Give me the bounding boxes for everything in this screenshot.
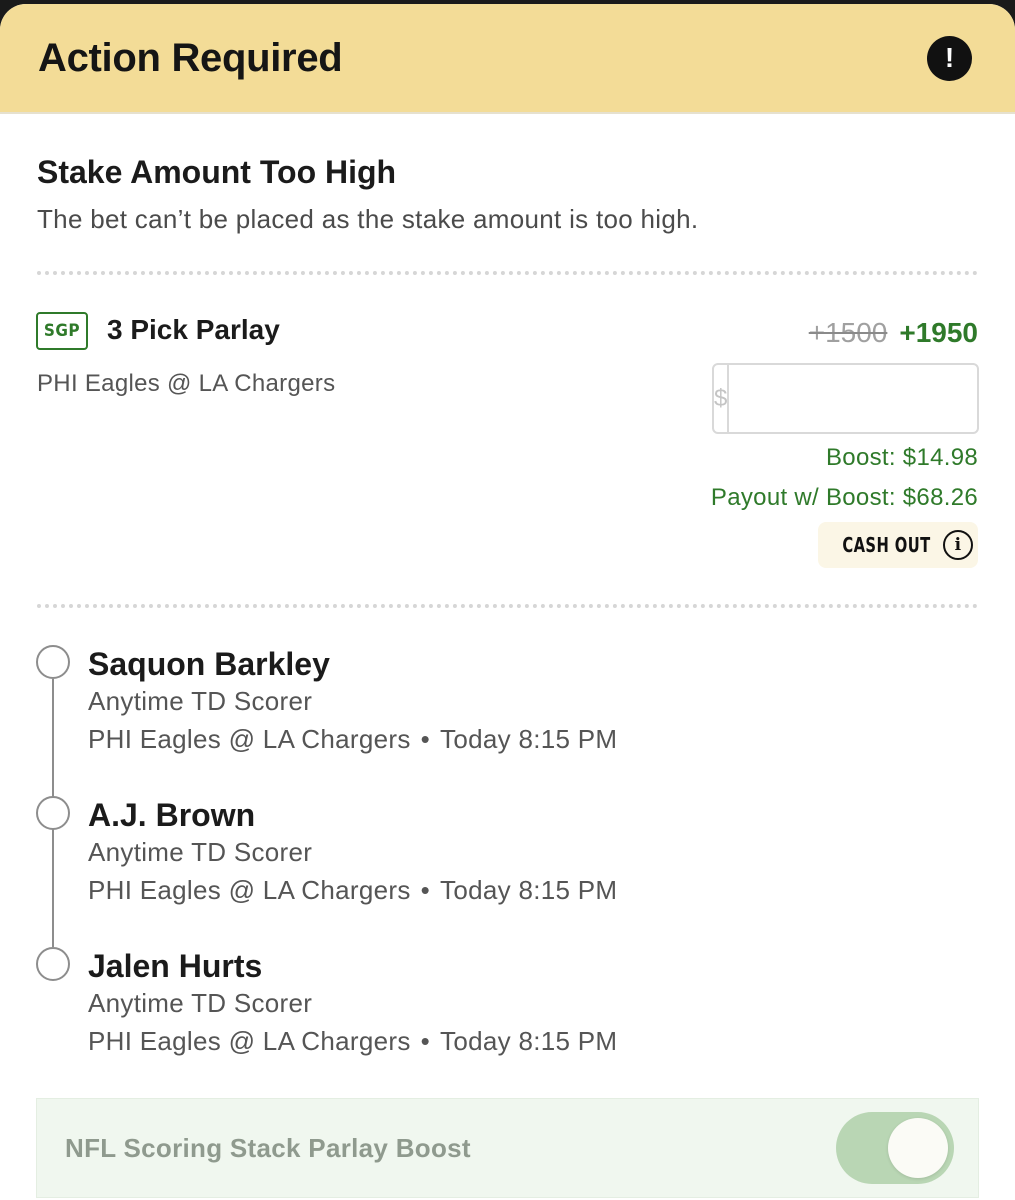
header: Action Required ! xyxy=(0,4,1015,114)
action-required-sheet: Action Required ! Stake Amount Too High … xyxy=(0,4,1015,1200)
payout-with-boost: Payout w/ Boost: $68.26 xyxy=(710,484,978,511)
leg-time: Today 8:15 PM xyxy=(440,1026,618,1056)
divider xyxy=(37,604,978,608)
leg-time: Today 8:15 PM xyxy=(440,875,618,905)
info-icon[interactable]: i xyxy=(942,530,973,560)
error-message: The bet can’t be placed as the stake amo… xyxy=(37,204,699,234)
parlay-title: 3 Pick Parlay xyxy=(107,314,280,345)
leg-market: Anytime TD Scorer xyxy=(88,837,313,867)
toggle-knob xyxy=(888,1118,948,1178)
cash-out-label: CASH OUT xyxy=(842,533,931,557)
parlay-boost-toggle[interactable] xyxy=(836,1112,954,1184)
leg-marker-icon xyxy=(36,796,70,830)
parlay-boost-label: NFL Scoring Stack Parlay Boost xyxy=(65,1132,471,1163)
leg-game: PHI Eagles @ LA Chargers xyxy=(88,875,411,905)
separator: • xyxy=(420,724,431,754)
parlay-game: PHI Eagles @ LA Chargers xyxy=(37,370,336,397)
leg-marker-icon xyxy=(36,947,70,981)
divider xyxy=(37,271,978,275)
header-title: Action Required xyxy=(38,35,343,80)
leg-player-name: Saquon Barkley xyxy=(88,646,330,682)
separator: • xyxy=(420,875,431,905)
leg-game: PHI Eagles @ LA Chargers xyxy=(88,1026,411,1056)
leg-game-info: PHI Eagles @ LA Chargers • Today 8:15 PM xyxy=(88,875,617,906)
exclamation-icon: ! xyxy=(927,35,972,81)
leg-player-name: Jalen Hurts xyxy=(88,948,263,984)
stake-input[interactable] xyxy=(729,365,977,432)
leg-game-info: PHI Eagles @ LA Chargers • Today 8:15 PM xyxy=(88,1026,617,1057)
error-title: Stake Amount Too High xyxy=(37,154,397,190)
leg-marker-icon xyxy=(36,645,70,679)
parlay-boost-bar: NFL Scoring Stack Parlay Boost xyxy=(36,1098,979,1198)
sgp-badge: SGP xyxy=(36,312,88,350)
boost-amount: Boost: $14.98 xyxy=(825,444,978,471)
leg-time: Today 8:15 PM xyxy=(440,724,618,754)
currency-symbol: $ xyxy=(714,365,730,432)
separator: • xyxy=(420,1026,431,1056)
leg-game-info: PHI Eagles @ LA Chargers • Today 8:15 PM xyxy=(88,724,617,755)
odds: +1500 +1950 xyxy=(809,317,978,349)
boosted-odds: +1950 xyxy=(899,317,978,348)
leg-player-name: A.J. Brown xyxy=(88,797,256,833)
original-odds: +1500 xyxy=(808,317,888,348)
stake-field[interactable]: $ xyxy=(712,363,979,434)
cash-out-button[interactable]: CASH OUT i xyxy=(818,522,978,568)
leg-market: Anytime TD Scorer xyxy=(88,686,313,716)
leg-market: Anytime TD Scorer xyxy=(88,988,313,1018)
leg-game: PHI Eagles @ LA Chargers xyxy=(88,724,411,754)
